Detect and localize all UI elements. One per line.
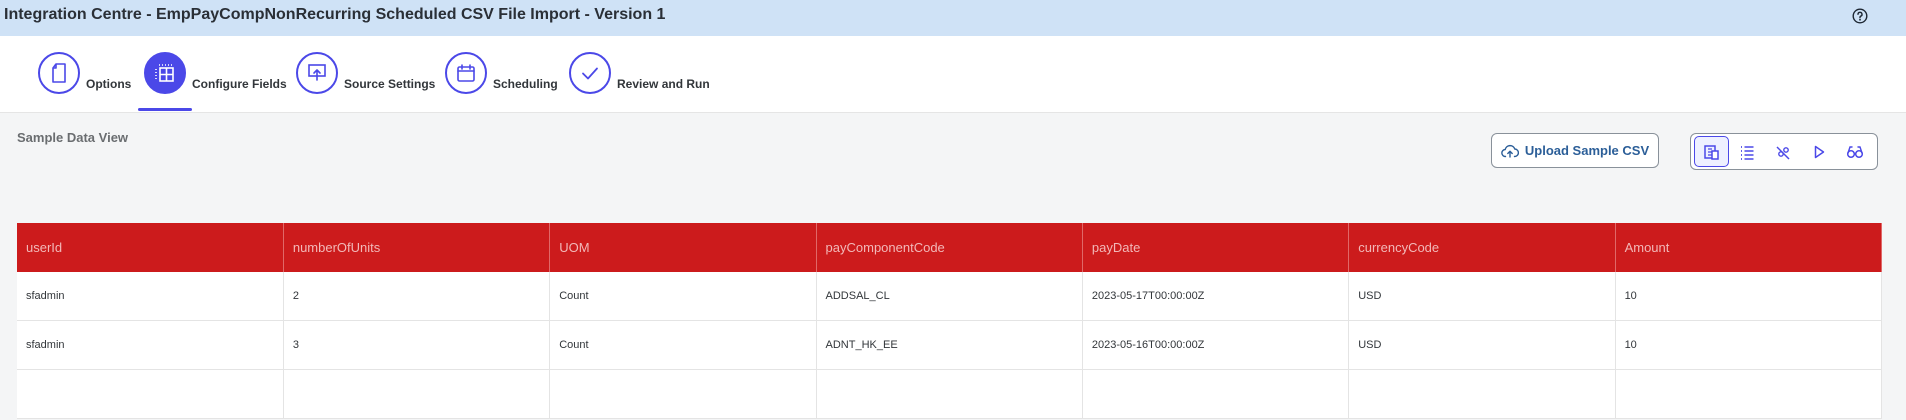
table-header-row: userId numberOfUnits UOM payComponentCod… bbox=[17, 223, 1883, 272]
table-cell: 10 bbox=[1615, 320, 1883, 370]
list-view-icon[interactable] bbox=[1730, 136, 1764, 167]
step-label: Source Settings bbox=[344, 77, 436, 91]
table-cell: ADDSAL_CL bbox=[816, 272, 1083, 321]
calendar-icon bbox=[445, 52, 487, 94]
question-circle-icon[interactable] bbox=[1850, 6, 1870, 26]
upload-presentation-icon bbox=[296, 52, 338, 94]
column-header[interactable]: currencyCode bbox=[1348, 223, 1616, 272]
wizard-steps: Options Configure Fields Source Settings… bbox=[0, 36, 1906, 113]
mapping-view-icon[interactable] bbox=[1766, 136, 1800, 167]
table-cell bbox=[816, 369, 1083, 419]
step-source-settings[interactable]: Source Settings bbox=[296, 52, 435, 112]
table-cell: USD bbox=[1348, 320, 1616, 370]
table-cell: USD bbox=[1348, 272, 1616, 321]
table-cell: ADNT_HK_EE bbox=[816, 320, 1083, 370]
table-cell: sfadmin bbox=[17, 272, 284, 321]
table-cell bbox=[1348, 369, 1616, 419]
step-scheduling[interactable]: Scheduling bbox=[445, 52, 558, 112]
play-icon[interactable] bbox=[1802, 136, 1836, 167]
section-title: Sample Data View bbox=[17, 130, 129, 145]
preview-glasses-icon[interactable] bbox=[1838, 136, 1872, 167]
column-header[interactable]: userId bbox=[17, 223, 284, 272]
view-toolbar bbox=[1690, 133, 1878, 170]
step-configure-fields[interactable]: Configure Fields bbox=[138, 52, 287, 112]
checkmark-icon bbox=[569, 52, 611, 94]
step-review-and-run[interactable]: Review and Run bbox=[569, 52, 710, 112]
cloud-upload-icon bbox=[1501, 144, 1519, 158]
step-label: Scheduling bbox=[493, 77, 558, 91]
table-cell bbox=[283, 369, 551, 419]
table-cell bbox=[549, 369, 817, 419]
document-icon bbox=[38, 52, 80, 94]
table-cell: Count bbox=[549, 320, 817, 370]
table-row: sfadmin 2 Count ADDSAL_CL 2023-05-17T00:… bbox=[17, 272, 1883, 321]
title-bar: Integration Centre - EmpPayCompNonRecurr… bbox=[0, 0, 1906, 36]
column-header[interactable]: UOM bbox=[549, 223, 817, 272]
step-options[interactable]: Options bbox=[38, 52, 131, 112]
sample-data-view-icon[interactable] bbox=[1694, 136, 1729, 167]
table-cell: sfadmin bbox=[17, 320, 284, 370]
table-row bbox=[17, 369, 1883, 419]
column-header[interactable]: numberOfUnits bbox=[283, 223, 551, 272]
table-cell: 3 bbox=[283, 320, 551, 370]
table-cell bbox=[1615, 369, 1883, 419]
step-label: Review and Run bbox=[617, 77, 710, 91]
sample-data-panel: Sample Data View Upload Sample CSV userI… bbox=[0, 113, 1906, 420]
column-header[interactable]: payComponentCode bbox=[816, 223, 1083, 272]
table-fields-icon bbox=[144, 52, 186, 94]
column-header[interactable]: Amount bbox=[1615, 223, 1883, 272]
window-title: Integration Centre - EmpPayCompNonRecurr… bbox=[4, 6, 666, 23]
column-header[interactable]: payDate bbox=[1082, 223, 1350, 272]
table-cell: Count bbox=[549, 272, 817, 321]
sample-data-table: userId numberOfUnits UOM payComponentCod… bbox=[17, 223, 1883, 419]
active-step-indicator bbox=[138, 108, 192, 111]
step-label: Configure Fields bbox=[192, 77, 287, 91]
table-cell: 2 bbox=[283, 272, 551, 321]
table-row: sfadmin 3 Count ADNT_HK_EE 2023-05-16T00… bbox=[17, 320, 1883, 370]
upload-sample-csv-button[interactable]: Upload Sample CSV bbox=[1491, 133, 1659, 168]
table-cell bbox=[1082, 369, 1350, 419]
table-cell: 2023-05-16T00:00:00Z bbox=[1082, 320, 1350, 370]
table-cell: 2023-05-17T00:00:00Z bbox=[1082, 272, 1350, 321]
table-cell: 10 bbox=[1615, 272, 1883, 321]
step-label: Options bbox=[86, 77, 132, 91]
table-cell bbox=[17, 369, 284, 419]
upload-button-label: Upload Sample CSV bbox=[1524, 143, 1650, 158]
